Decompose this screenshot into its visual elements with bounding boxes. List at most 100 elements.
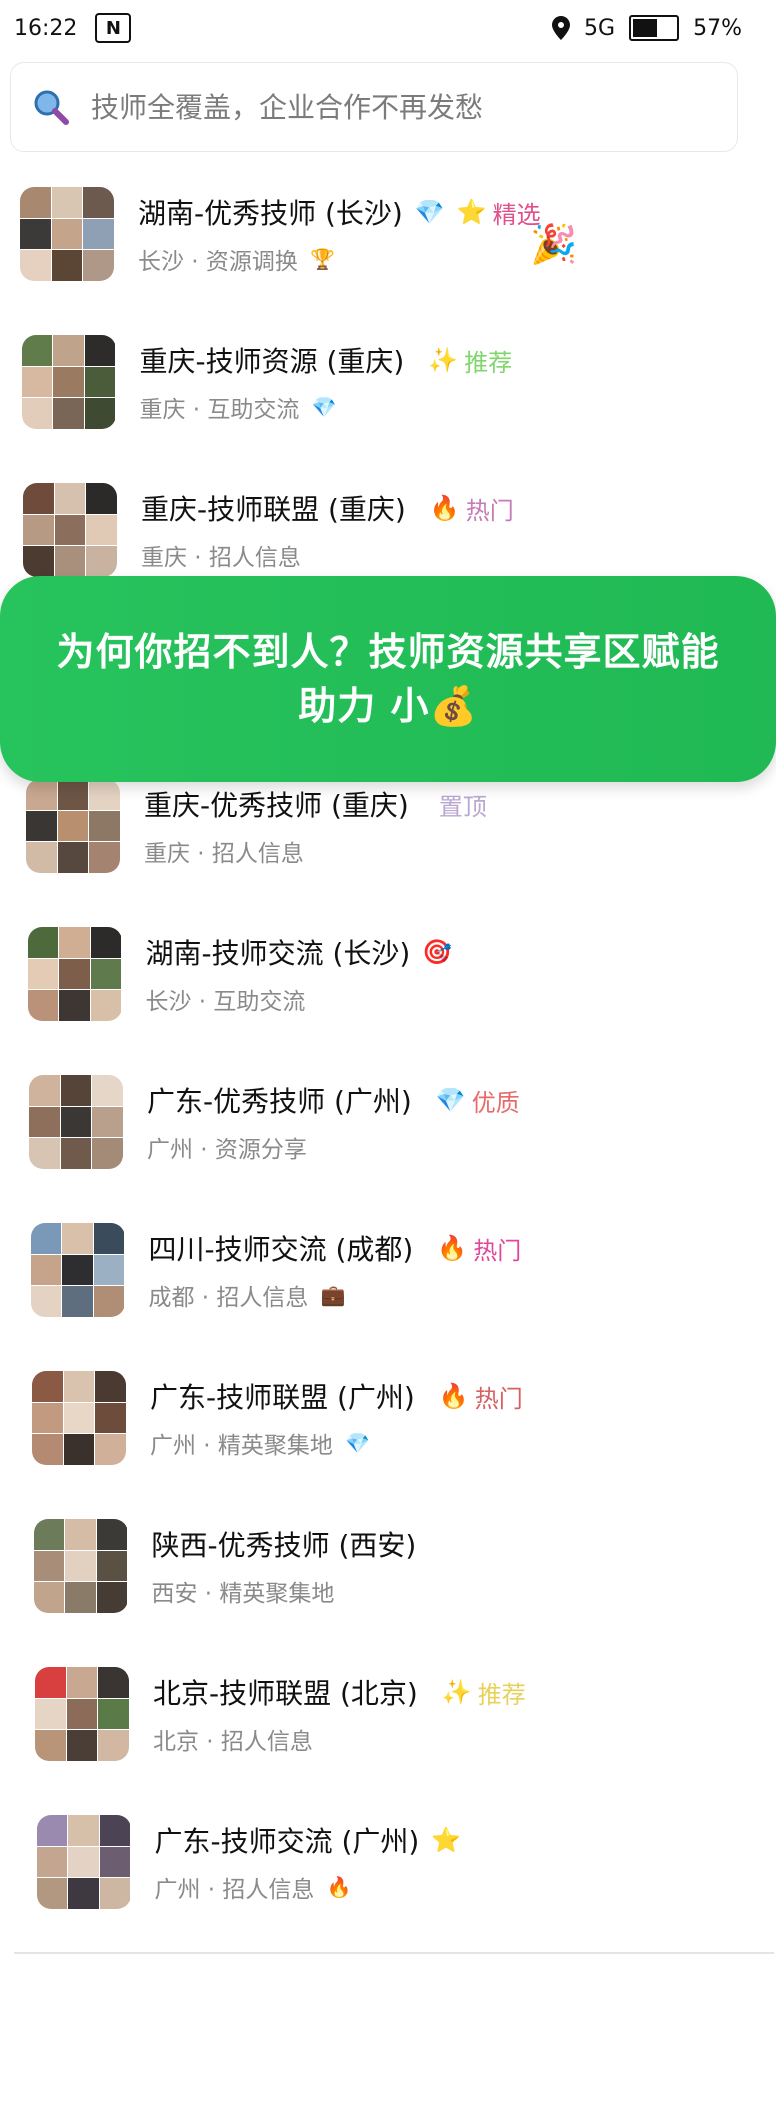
group-title: 重庆-优秀技师 (重庆) (144, 789, 409, 822)
tag-label: 热门 (465, 496, 514, 525)
group-title: 陕西-优秀技师 (西安) (151, 1529, 417, 1562)
group-title: 北京-技师联盟 (北京) (153, 1677, 418, 1710)
subtitle-line: 广州 · 招人信息 🔥 (155, 1870, 480, 1904)
badge-icon: 🎯 (422, 938, 453, 966)
subtitle-line: 广州 · 资源分享 (147, 1130, 520, 1164)
promo-banner-text: 为何你招不到人？技师资源共享区赋能助力 小💰 (56, 630, 720, 728)
list-item[interactable]: 陕西-优秀技师 (西安) 西安 · 精英聚集地 (0, 1492, 776, 1640)
tag-icon: ⭐ (456, 198, 487, 226)
promo-banner[interactable]: 为何你招不到人？技师资源共享区赋能助力 小💰 (0, 576, 776, 782)
title-line: 重庆-技师资源 (重庆) ✨ 推荐 (140, 340, 513, 380)
group-title: 四川-技师交流 (成都) (148, 1233, 414, 1266)
group-subtitle: 北京 · 招人信息 (153, 1729, 313, 1755)
group-avatar (36, 1815, 131, 1909)
search-bar[interactable] (10, 62, 738, 152)
group-subtitle: 重庆 · 招人信息 (144, 841, 304, 867)
notification-n-icon: N (95, 13, 132, 43)
title-line: 陕西-优秀技师 (西安) (152, 1524, 447, 1564)
list-item-text: 湖南-技师交流 (长沙) 🎯 长沙 · 互助交流 (146, 932, 471, 1016)
search-input[interactable] (89, 89, 717, 125)
list-item-text: 陕西-优秀技师 (西安) 西安 · 精英聚集地 (152, 1524, 447, 1608)
tag-label: 推荐 (464, 348, 513, 377)
subtitle-icon: 💎 (311, 395, 337, 419)
title-line: 广东-优秀技师 (广州) 💎 优质 (147, 1080, 520, 1120)
group-title: 广东-优秀技师 (广州) (147, 1085, 412, 1118)
subtitle-line: 长沙 · 互助交流 (146, 982, 471, 1016)
title-line: 湖南-技师交流 (长沙) 🎯 (146, 932, 471, 972)
location-icon (552, 16, 571, 40)
group-title: 重庆-技师资源 (重庆) (139, 345, 405, 378)
status-bar: 16:22 N 5G 57% (0, 0, 776, 56)
subtitle-icon: 💎 (344, 1431, 370, 1455)
group-avatar (35, 1667, 129, 1761)
list-item-text: 北京-技师联盟 (北京) ✨ 推荐北京 · 招人信息 (153, 1672, 526, 1756)
group-title: 广东-技师联盟 (广州) (150, 1381, 415, 1414)
group-subtitle: 重庆 · 招人信息 (141, 545, 301, 571)
list-item[interactable]: 广东-优秀技师 (广州) 💎 优质广州 · 资源分享 (0, 1048, 776, 1196)
tag-icon: 🔥 (429, 494, 460, 522)
tag-label: 推荐 (477, 1680, 526, 1709)
tag-icon: 🔥 (437, 1234, 468, 1262)
list-item-text: 广东-技师联盟 (广州) 🔥 热门广州 · 精英聚集地 💎 (150, 1376, 523, 1460)
group-title: 重庆-技师联盟 (重庆) (141, 493, 406, 526)
group-subtitle: 广州 · 招人信息 (154, 1877, 315, 1903)
title-line: 北京-技师联盟 (北京) ✨ 推荐 (153, 1672, 526, 1712)
title-line: 四川-技师交流 (成都) 🔥 热门 (149, 1228, 522, 1268)
list-item-text: 广东-优秀技师 (广州) 💎 优质广州 · 资源分享 (147, 1080, 520, 1164)
group-avatar (33, 1519, 128, 1613)
tag-label: 置顶 (438, 792, 487, 821)
battery-percent: 57% (693, 15, 742, 41)
list-item[interactable]: 北京-技师联盟 (北京) ✨ 推荐北京 · 招人信息 (0, 1640, 776, 1788)
badge-icon: ⭐ (431, 1826, 462, 1854)
title-line: 重庆-技师联盟 (重庆) 🔥 热门 (141, 488, 514, 528)
list-item[interactable]: 湖南-优秀技师 (长沙) 💎 ⭐ 精选 长沙 · 资源调换 🏆 (0, 160, 776, 308)
list-item[interactable]: 广东-技师联盟 (广州) 🔥 热门广州 · 精英聚集地 💎 (0, 1344, 776, 1492)
subtitle-line: 西安 · 精英聚集地 (152, 1574, 447, 1608)
tag-label: 优质 (471, 1088, 520, 1117)
list-item[interactable]: 四川-技师交流 (成都) 🔥 热门 成都 · 招人信息 💼 (0, 1196, 776, 1344)
title-line: 湖南-优秀技师 (长沙) 💎 ⭐ 精选 (138, 192, 541, 232)
subtitle-line: 重庆 · 招人信息 (144, 834, 487, 868)
title-line: 重庆-优秀技师 (重庆) 置顶 (144, 784, 487, 824)
tag-icon: 💎 (435, 1086, 466, 1114)
tag-icon: 🔥 (438, 1382, 469, 1410)
group-subtitle: 长沙 · 互助交流 (145, 989, 306, 1015)
list-item-text: 四川-技师交流 (成都) 🔥 热门 成都 · 招人信息 💼 (149, 1228, 522, 1312)
list-item-text: 广东-技师交流 (广州) ⭐ 广州 · 招人信息 🔥 (155, 1820, 480, 1904)
list-item[interactable]: 广东-技师交流 (广州) ⭐ 广州 · 招人信息 🔥 (0, 1788, 776, 1936)
list-item-text: 重庆-优秀技师 (重庆) 置顶重庆 · 招人信息 (144, 784, 487, 868)
tag-label: 热门 (474, 1384, 523, 1413)
list-item-text: 湖南-优秀技师 (长沙) 💎 ⭐ 精选 长沙 · 资源调换 🏆 (138, 192, 541, 276)
title-line: 广东-技师联盟 (广州) 🔥 热门 (150, 1376, 523, 1416)
subtitle-line: 长沙 · 资源调换 🏆 (138, 242, 541, 276)
badge-icon: 💎 (414, 198, 445, 226)
group-subtitle: 广州 · 资源分享 (147, 1137, 307, 1163)
group-avatar (30, 1223, 125, 1317)
subtitle-line: 成都 · 招人信息 💼 (149, 1278, 522, 1312)
party-popper-icon: 🎉 (530, 222, 578, 266)
group-avatar (32, 1371, 126, 1465)
group-title: 湖南-技师交流 (长沙) (145, 937, 411, 970)
subtitle-icon: 🔥 (326, 1875, 352, 1899)
list-item-text: 重庆-技师资源 (重庆) ✨ 推荐重庆 · 互助交流 💎 (140, 340, 513, 424)
list-item[interactable]: 重庆-技师资源 (重庆) ✨ 推荐重庆 · 互助交流 💎 (0, 308, 776, 456)
tag-icon: ✨ (441, 1678, 472, 1706)
group-list: 湖南-优秀技师 (长沙) 💎 ⭐ 精选 长沙 · 资源调换 🏆 重庆-技师资源 (重庆) ✨ 推… (0, 160, 776, 1936)
group-avatar (21, 335, 116, 429)
group-title: 广东-技师交流 (广州) (154, 1825, 420, 1858)
subtitle-line: 重庆 · 招人信息 (141, 538, 514, 572)
group-subtitle: 广州 · 精英聚集地 (150, 1433, 333, 1459)
group-avatar (20, 187, 114, 281)
group-subtitle: 重庆 · 互助交流 (139, 397, 300, 423)
subtitle-icon: 🏆 (309, 247, 335, 271)
group-subtitle: 成都 · 招人信息 (148, 1285, 309, 1311)
list-item[interactable]: 湖南-技师交流 (长沙) 🎯 长沙 · 互助交流 (0, 900, 776, 1048)
list-divider (14, 1952, 774, 1954)
subtitle-line: 广州 · 精英聚集地 💎 (150, 1426, 523, 1460)
group-avatar (27, 927, 122, 1021)
list-item-text: 重庆-技师联盟 (重庆) 🔥 热门重庆 · 招人信息 (141, 488, 514, 572)
network-label: 5G (584, 15, 616, 41)
status-time: 16:22 (14, 15, 78, 41)
group-subtitle: 长沙 · 资源调换 (138, 249, 298, 275)
group-avatar (29, 1075, 123, 1169)
